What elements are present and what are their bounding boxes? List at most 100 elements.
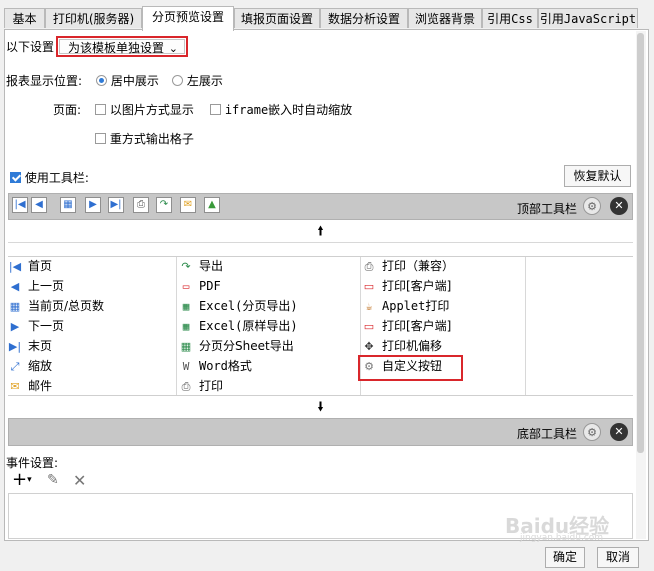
image-mode-checkbox[interactable]: 以图片方式显示 [95,101,194,118]
list-item[interactable]: ☕ Applet打印 [362,296,450,316]
list-item[interactable]: ⎙ 打印（兼容） [362,256,454,276]
export-icon: ↷ [181,260,191,273]
excel-icon: ▦ [182,320,190,333]
list-item[interactable]: ✉ 邮件 [8,376,52,396]
delete-icon[interactable]: ✕ [73,471,86,490]
radio-icon [172,75,183,86]
center-radio-label: 居中展示 [110,74,159,88]
gear-icon[interactable]: ⚙ [583,197,601,215]
page-label: 页面: [53,103,82,117]
image-mode-label: 以图片方式显示 [109,103,194,117]
list-item[interactable]: ✥ 打印机偏移 [362,336,442,356]
page-count-icon: ▦ [9,300,21,313]
pdf-print-icon: ▭ [363,280,375,293]
pdf-icon: ▭ [182,280,190,293]
add-icon[interactable]: +▾ [12,471,32,489]
export-icon[interactable]: ↷ [156,197,172,213]
tab-basic[interactable]: 基本 [4,8,45,28]
checkbox-checked-icon [10,172,21,183]
vertical-scrollbar[interactable] [636,31,646,539]
use-toolbar-label: 使用工具栏: [24,171,89,185]
image-icon[interactable]: ▲ [204,197,220,213]
print-icon: ⎙ [181,380,191,393]
left-radio[interactable]: 左展示 [172,72,223,89]
tab-data-analysis[interactable]: 数据分析设置 [320,8,408,28]
arrow-down-icon: 🠛 [317,400,324,415]
tab-css[interactable]: 引用Css [482,8,538,28]
arrow-up-icon: 🠙 [317,224,324,239]
list-item[interactable]: ⎙ 打印 [179,376,223,396]
previous-page-icon[interactable]: ◀ [31,197,47,213]
tab-printer-server[interactable]: 打印机(服务器) [45,8,142,28]
list-item[interactable]: ▭ PDF [179,276,221,296]
edit-icon[interactable]: ✎ [47,472,59,488]
list-item[interactable]: ▦ 当前页/总页数 [8,296,104,316]
checkbox-icon [95,133,106,144]
gear-icon[interactable]: ⚙ [583,423,601,441]
list-item[interactable]: ▦ Excel(原样导出) [179,316,298,336]
bottom-toolbar: 底部工具栏 ⚙ ✕ [8,418,633,446]
move-down-button[interactable]: 🠛 [8,397,633,419]
list-item[interactable]: |◀ 首页 [8,256,52,276]
repeat-output-label: 重方式输出格子 [109,132,194,146]
available-buttons-grid [8,256,633,396]
iframe-autoscale-label: iframe嵌入时自动缩放 [224,103,353,117]
top-toolbar: |◀ ◀ ▦ ▶ ▶| ⎙ ↷ ✉ ▲ 顶部工具栏 ⚙ ✕ [8,193,633,220]
use-toolbar-checkbox[interactable]: 使用工具栏: [10,169,89,186]
list-item[interactable]: ▭ 打印[客户端] [362,316,452,336]
checkbox-icon [95,104,106,115]
custom-button-highlight [358,355,463,381]
mail-icon[interactable]: ✉ [180,197,196,213]
reset-default-button[interactable]: 恢复默认 [564,165,631,187]
next-page-icon[interactable]: ▶ [85,197,101,213]
scope-label: 以下设置 [6,40,55,54]
zoom-icon: ⤢ [10,360,20,373]
pdf-print-icon: ▭ [363,320,375,333]
list-item[interactable]: ▭ 打印[客户端] [362,276,452,296]
move-up-button[interactable]: 🠙 [8,221,633,243]
tab-browser-background[interactable]: 浏览器背景 [408,8,482,28]
last-page-icon[interactable]: ▶| [108,197,124,213]
word-icon: W [182,360,190,373]
mail-icon: ✉ [10,380,20,393]
print-icon: ⎙ [364,260,374,273]
iframe-autoscale-checkbox[interactable]: iframe嵌入时自动缩放 [210,101,352,118]
first-page-icon[interactable]: |◀ [12,197,28,213]
tab-pagination-preview[interactable]: 分页预览设置 [142,6,234,31]
center-radio[interactable]: 居中展示 [96,72,159,89]
checkbox-icon [210,104,221,115]
list-item[interactable]: ▦ Excel(分页导出) [179,296,298,316]
page-count-icon[interactable]: ▦ [60,197,76,213]
list-item[interactable]: ▦ 分页分Sheet导出 [179,336,294,356]
excel-icon: ▦ [180,340,192,353]
next-page-icon: ▶ [10,320,20,333]
tab-javascript[interactable]: 引用JavaScript [538,8,638,28]
cancel-button[interactable]: 取消 [597,547,639,568]
list-item[interactable]: ◀ 上一页 [8,276,64,296]
close-icon[interactable]: ✕ [610,197,628,215]
list-item[interactable]: ↷ 导出 [179,256,223,276]
print-icon[interactable]: ⎙ [133,197,149,213]
list-item[interactable]: ▶| 末页 [8,336,52,356]
last-page-icon: ▶| [8,340,22,353]
applet-icon: ☕ [365,300,373,313]
top-toolbar-label: 顶部工具栏 [517,202,578,216]
bottom-toolbar-label: 底部工具栏 [517,427,578,441]
close-icon[interactable]: ✕ [610,423,628,441]
move-icon: ✥ [364,340,374,353]
list-item[interactable]: ⤢ 缩放 [8,356,52,376]
chevron-down-icon: ⌄ [168,42,178,55]
scrollbar-thumb[interactable] [637,33,644,453]
position-label: 报表显示位置: [6,74,83,88]
list-item[interactable]: W Word格式 [179,356,252,376]
previous-page-icon: ◀ [10,280,20,293]
ok-button[interactable]: 确定 [545,547,585,568]
list-item[interactable]: ▶ 下一页 [8,316,64,336]
scope-select-value: 为该模板单独设置 [68,41,165,55]
radio-selected-icon [96,75,107,86]
left-radio-label: 左展示 [186,74,223,88]
watermark-sub: jingyan.baidu.com [520,533,604,543]
tab-fill-page[interactable]: 填报页面设置 [234,8,320,28]
scope-select[interactable]: 为该模板单独设置 ⌄ [56,36,188,57]
repeat-output-checkbox[interactable]: 重方式输出格子 [95,130,194,147]
